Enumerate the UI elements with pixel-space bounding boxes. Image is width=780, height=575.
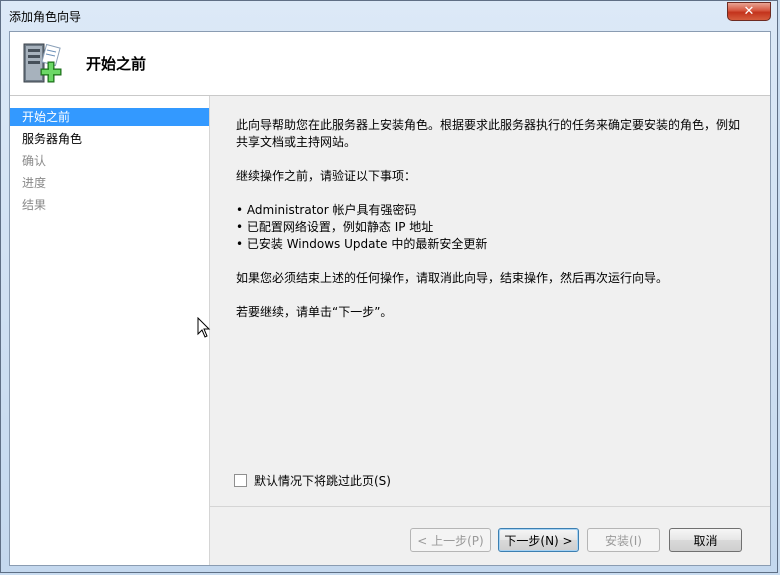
window-title: 添加角色向导 — [9, 10, 82, 24]
mouse-cursor-icon — [197, 317, 211, 338]
verify-heading: 继续操作之前，请验证以下事项： — [236, 169, 417, 183]
wizard-content: 此向导帮助您在此服务器上安装角色。根据要求此服务器执行的任务来确定要安装的角色，… — [210, 96, 770, 504]
cancel-note: 如果您必须结束上述的任何操作，请取消此向导，结束操作，然后再次运行向导。 — [236, 271, 669, 285]
intro-line-2: 共享文档或主持网站。 — [236, 135, 357, 149]
page-title: 开始之前 — [86, 55, 147, 73]
nav-item-results: 结果 — [22, 198, 47, 212]
wizard-step-nav: 开始之前 服务器角色 确认 进度 结果 — [10, 96, 210, 565]
close-button[interactable]: ✕ — [727, 2, 771, 21]
list-item: • 已配置网络设置，例如静态 IP 地址 — [236, 220, 434, 234]
nav-item-confirmation: 确认 — [22, 154, 47, 168]
list-item: • Administrator 帐户具有强密码 — [236, 203, 417, 217]
nav-item-before-you-begin[interactable]: 开始之前 — [10, 108, 209, 126]
next-button[interactable]: 下一步(N) > — [498, 528, 579, 552]
skip-page-checkbox[interactable] — [234, 474, 247, 487]
cancel-button[interactable]: 取消 — [669, 528, 742, 552]
nav-item-server-roles[interactable]: 服务器角色 — [10, 130, 209, 148]
close-icon: ✕ — [743, 4, 755, 19]
prerequisite-list: • Administrator 帐户具有强密码 • 已配置网络设置，例如静态 I… — [236, 202, 746, 253]
skip-page-option[interactable]: 默认情况下将跳过此页(S) — [234, 472, 391, 489]
list-item: • 已安装 Windows Update 中的最新安全更新 — [236, 237, 488, 251]
title-bar[interactable]: 添加角色向导 ✕ — [1, 1, 777, 31]
nav-item-progress: 进度 — [22, 176, 47, 190]
intro-line-1: 此向导帮助您在此服务器上安装角色。根据要求此服务器执行的任务来确定要安装的角色，… — [236, 118, 741, 132]
previous-button[interactable]: < 上一步(P) — [410, 528, 491, 552]
wizard-header: 开始之前 — [10, 32, 770, 96]
server-add-icon — [23, 43, 62, 83]
wizard-window: 添加角色向导 ✕ 开始之前 开始之前 服务器角色 确认 进度 结果 此向导帮助您… — [0, 0, 778, 573]
continue-note: 若要继续，请单击“下一步”。 — [236, 305, 393, 319]
wizard-client-area: 开始之前 开始之前 服务器角色 确认 进度 结果 此向导帮助您在此服务器上安装角… — [9, 31, 771, 566]
install-button[interactable]: 安装(I) — [587, 528, 660, 552]
wizard-footer: < 上一步(P) 下一步(N) > 安装(I) 取消 — [210, 506, 770, 565]
intro-text: 此向导帮助您在此服务器上安装角色。根据要求此服务器执行的任务来确定要安装的角色，… — [236, 117, 746, 151]
skip-page-label[interactable]: 默认情况下将跳过此页(S) — [254, 472, 391, 489]
